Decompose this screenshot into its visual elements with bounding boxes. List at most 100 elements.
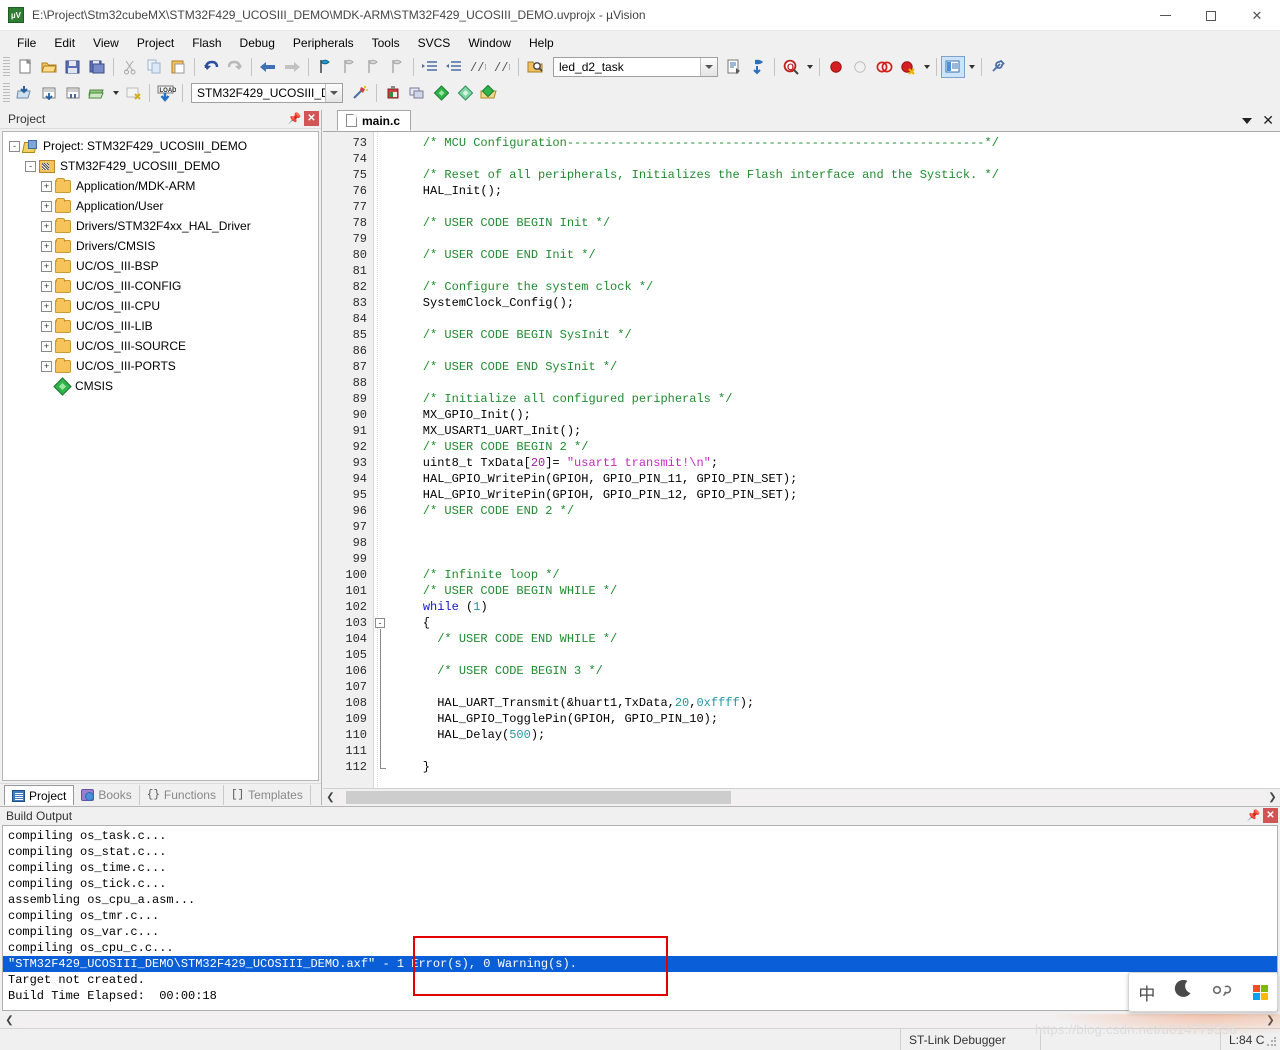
new-file-icon[interactable] <box>13 56 37 78</box>
code-line[interactable]: { <box>394 615 1280 631</box>
code-line[interactable]: /* Reset of all peripherals, Initializes… <box>394 167 1280 183</box>
find-in-files-icon[interactable] <box>523 56 547 78</box>
code-line[interactable]: HAL_Delay(500); <box>394 727 1280 743</box>
code-line[interactable] <box>394 263 1280 279</box>
insert-breakpoint-icon[interactable] <box>824 56 848 78</box>
tree-item[interactable]: + Drivers/CMSIS <box>3 236 318 256</box>
insert-bookmark-icon[interactable] <box>746 56 770 78</box>
search-combo[interactable]: led_d2_task <box>553 57 718 77</box>
code-text[interactable]: /* MCU Configuration--------------------… <box>388 132 1280 788</box>
tree-item[interactable]: + Drivers/STM32F4xx_HAL_Driver <box>3 216 318 236</box>
search-dropdown-arrow[interactable] <box>700 58 717 76</box>
expand-toggle-icon[interactable]: + <box>41 320 52 332</box>
editor-horizontal-scrollbar[interactable]: ❮ ❯ <box>323 788 1280 805</box>
build-output-line[interactable]: Target not created. <box>3 972 1277 988</box>
code-line[interactable]: HAL_GPIO_WritePin(GPIOH, GPIO_PIN_12, GP… <box>394 487 1280 503</box>
collapse-toggle-icon[interactable]: - <box>25 160 36 172</box>
build-output-line[interactable]: compiling os_var.c... <box>3 924 1277 940</box>
menu-file[interactable]: File <box>8 33 45 53</box>
build-output-line[interactable]: assembling os_cpu_a.asm... <box>3 892 1277 908</box>
code-line[interactable]: uint8_t TxData[20]= "usart1 transmit!\n"… <box>394 455 1280 471</box>
batch-build-icon[interactable] <box>85 82 109 104</box>
target-select-value[interactable]: STM32F429_UCOSIII_DEMO <box>197 86 342 100</box>
code-line[interactable]: /* USER CODE END WHILE */ <box>394 631 1280 647</box>
minimize-button[interactable] <box>1142 0 1188 31</box>
code-line[interactable] <box>394 743 1280 759</box>
tree-item[interactable]: + UC/OS_III-CPU <box>3 296 318 316</box>
code-line[interactable]: HAL_UART_Transmit(&huart1,TxData,20,0xff… <box>394 695 1280 711</box>
tree-item[interactable]: + UC/OS_III-SOURCE <box>3 336 318 356</box>
expand-toggle-icon[interactable]: + <box>41 360 52 372</box>
chinese-mode-icon[interactable]: 中 <box>1138 980 1155 1005</box>
build-output-log[interactable]: compiling os_task.c... compiling os_stat.… <box>2 825 1278 1011</box>
code-line[interactable]: HAL_Init(); <box>394 183 1280 199</box>
code-line[interactable] <box>394 199 1280 215</box>
manage-project-items-icon[interactable] <box>477 82 501 104</box>
tab-books[interactable]: Books <box>74 785 140 805</box>
microsoft-logo-icon[interactable] <box>1252 984 1268 1000</box>
find-icon[interactable]: Q <box>779 56 803 78</box>
code-line[interactable]: /* Initialize all configured peripherals… <box>394 391 1280 407</box>
code-line[interactable] <box>394 343 1280 359</box>
code-line[interactable]: /* USER CODE BEGIN WHILE */ <box>394 583 1280 599</box>
find-dropdown-arrow[interactable] <box>803 56 815 78</box>
scroll-thumb[interactable] <box>346 790 731 804</box>
expand-toggle-icon[interactable]: + <box>41 220 52 232</box>
tree-item[interactable]: + Application/User <box>3 196 318 216</box>
rebuild-icon[interactable] <box>61 82 85 104</box>
expand-toggle-icon[interactable]: + <box>41 180 52 192</box>
code-line[interactable] <box>394 679 1280 695</box>
menu-tools[interactable]: Tools <box>363 33 409 53</box>
outdent-icon[interactable] <box>442 56 466 78</box>
manage-runtime-icon[interactable] <box>405 82 429 104</box>
code-line[interactable]: /* USER CODE END Init */ <box>394 247 1280 263</box>
code-folding-column[interactable]: - <box>373 132 388 788</box>
code-line[interactable] <box>394 647 1280 663</box>
bookmark-clear-icon[interactable] <box>385 56 409 78</box>
editor-tab-main-c[interactable]: main.c <box>337 110 412 131</box>
target-combo[interactable]: STM32F429_UCOSIII_DEMO <box>191 83 343 103</box>
pin-icon[interactable]: 📌 <box>287 111 302 126</box>
tab-functions[interactable]: {} Functions <box>140 785 224 805</box>
download-icon[interactable]: LOAD <box>154 82 178 104</box>
tree-item[interactable]: + UC/OS_III-LIB <box>3 316 318 336</box>
pin-icon[interactable]: 📌 <box>1246 808 1261 823</box>
code-line[interactable] <box>394 151 1280 167</box>
build-output-line[interactable]: compiling os_task.c... <box>3 828 1277 844</box>
navigate-back-icon[interactable] <box>256 56 280 78</box>
close-button[interactable]: ✕ <box>1234 0 1280 31</box>
menu-peripherals[interactable]: Peripherals <box>284 33 363 53</box>
code-line[interactable]: /* USER CODE BEGIN 3 */ <box>394 663 1280 679</box>
code-line[interactable]: /* USER CODE BEGIN 2 */ <box>394 439 1280 455</box>
expand-toggle-icon[interactable]: + <box>41 240 52 252</box>
code-line[interactable]: /* USER CODE BEGIN Init */ <box>394 215 1280 231</box>
bookmark-next-icon[interactable] <box>361 56 385 78</box>
bookmark-toggle-icon[interactable] <box>313 56 337 78</box>
build-output-line-selected[interactable]: "STM32F429_UCOSIII_DEMO\STM32F429_UCOSII… <box>3 956 1277 972</box>
code-line[interactable]: /* Infinite loop */ <box>394 567 1280 583</box>
code-line[interactable] <box>394 551 1280 567</box>
code-line[interactable]: /* USER CODE END 2 */ <box>394 503 1280 519</box>
build-output-line[interactable]: compiling os_tmr.c... <box>3 908 1277 924</box>
kill-all-breakpoints-icon[interactable] <box>872 56 896 78</box>
menu-debug[interactable]: Debug <box>231 33 284 53</box>
scroll-left-arrow[interactable]: ❮ <box>323 792 338 803</box>
close-icon[interactable]: ✕ <box>304 111 319 126</box>
search-input[interactable]: led_d2_task <box>559 60 624 74</box>
save-icon[interactable] <box>61 56 85 78</box>
configure-icon[interactable] <box>986 56 1010 78</box>
build-icon[interactable] <box>37 82 61 104</box>
code-line[interactable] <box>394 311 1280 327</box>
code-line[interactable] <box>394 535 1280 551</box>
resize-grip[interactable] <box>1266 1036 1278 1048</box>
select-software-packs-icon[interactable] <box>453 82 477 104</box>
paste-icon[interactable] <box>166 56 190 78</box>
comment-icon[interactable]: //≡ <box>466 56 490 78</box>
menu-window[interactable]: Window <box>459 33 520 53</box>
bookmark-prev-icon[interactable] <box>337 56 361 78</box>
uncomment-icon[interactable]: //≡ <box>490 56 514 78</box>
tree-item[interactable]: + UC/OS_III-PORTS <box>3 356 318 376</box>
target-dropdown-arrow[interactable] <box>325 84 342 102</box>
indent-icon[interactable] <box>418 56 442 78</box>
undo-icon[interactable] <box>199 56 223 78</box>
